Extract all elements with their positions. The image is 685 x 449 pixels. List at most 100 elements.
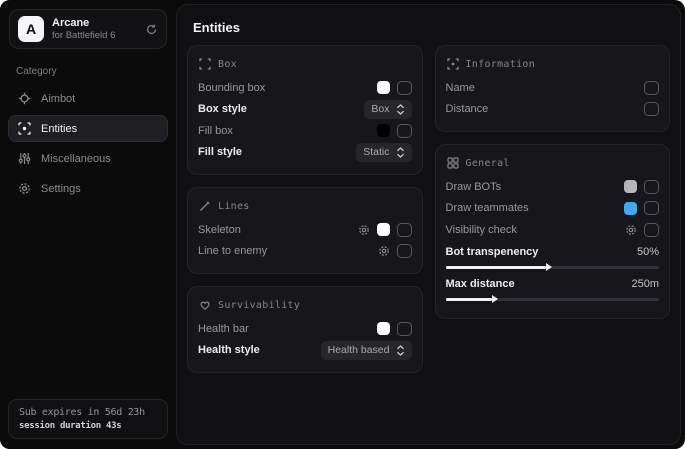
crosshair-icon <box>18 92 31 105</box>
color-swatch[interactable] <box>624 202 637 215</box>
app-window: A Arcane for Battlefield 6 Category Aimb… <box>0 0 685 449</box>
subscription-box: Sub expires in 56d 23h session duration … <box>8 399 168 439</box>
color-swatch[interactable] <box>377 223 390 236</box>
setting-label: Health bar <box>198 323 249 335</box>
setting-row-line-to-enemy: Line to enemy <box>198 241 412 263</box>
grid-icon <box>447 157 459 169</box>
chevrons-up-down-icon <box>396 104 405 115</box>
entities-scan-icon <box>18 122 31 135</box>
setting-row-skeleton: Skeleton <box>198 219 412 241</box>
color-swatch[interactable] <box>377 124 390 137</box>
sidebar-item-settings[interactable]: Settings <box>8 175 168 202</box>
slider-value: 50% <box>637 246 659 258</box>
card-title: General <box>466 158 510 169</box>
sub-expires-text: Sub expires in 56d 23h <box>19 407 157 418</box>
chevrons-up-down-icon <box>396 345 405 356</box>
gear-icon <box>18 182 31 195</box>
setting-label: Bounding box <box>198 82 265 94</box>
setting-label: Health style <box>198 344 260 356</box>
category-label: Category <box>16 66 176 77</box>
refresh-icon[interactable] <box>145 23 158 36</box>
gear-icon[interactable] <box>625 224 637 236</box>
bot-transparency-slider[interactable] <box>446 266 660 269</box>
fill-box-checkbox[interactable] <box>397 124 412 138</box>
visibility-check-checkbox[interactable] <box>644 223 659 237</box>
sidebar-item-label: Settings <box>41 183 81 195</box>
app-logo: A <box>18 16 44 42</box>
card-title: Information <box>466 59 536 70</box>
app-name: Arcane <box>52 17 137 30</box>
setting-label: Line to enemy <box>198 245 267 257</box>
setting-row-draw-bots: Draw BOTs <box>446 176 660 198</box>
setting-row-draw-teammates: Draw teammates <box>446 198 660 220</box>
setting-row-fill-box: Fill box <box>198 120 412 142</box>
setting-row-name: Name <box>446 77 660 99</box>
setting-label: Draw BOTs <box>446 181 502 193</box>
card-box: Box Bounding box Box style Box <box>187 45 423 175</box>
setting-row-distance: Distance <box>446 99 660 121</box>
name-checkbox[interactable] <box>644 81 659 95</box>
dropdown-value: Health based <box>328 344 390 356</box>
dropdown-value: Static <box>363 146 389 158</box>
setting-row-bounding-box: Bounding box <box>198 77 412 99</box>
bounding-box-checkbox[interactable] <box>397 81 412 95</box>
setting-label: Draw teammates <box>446 202 529 214</box>
sidebar-item-entities[interactable]: Entities <box>8 115 168 142</box>
card-title: Survivability <box>218 300 300 311</box>
card-title: Lines <box>218 201 250 212</box>
line-to-enemy-checkbox[interactable] <box>397 244 412 258</box>
setting-label: Fill style <box>198 146 242 158</box>
card-title: Box <box>218 59 237 70</box>
box-style-dropdown[interactable]: Box <box>364 100 411 119</box>
gear-icon[interactable] <box>358 224 370 236</box>
box-corners-icon <box>199 58 211 70</box>
session-duration-text: session duration 43s <box>19 421 157 431</box>
sidebar-item-aimbot[interactable]: Aimbot <box>8 85 168 112</box>
health-bar-checkbox[interactable] <box>397 322 412 336</box>
sidebar-item-label: Aimbot <box>41 93 75 105</box>
max-distance-slider[interactable] <box>446 298 660 301</box>
color-swatch[interactable] <box>377 322 390 335</box>
sidebar-item-miscellaneous[interactable]: Miscellaneous <box>8 145 168 172</box>
app-header: A Arcane for Battlefield 6 <box>9 9 167 49</box>
card-survivability: Survivability Health bar Health style He… <box>187 286 423 373</box>
page-title: Entities <box>193 20 680 35</box>
setting-label: Box style <box>198 103 247 115</box>
dropdown-value: Box <box>371 103 389 115</box>
draw-teammates-checkbox[interactable] <box>644 201 659 215</box>
setting-row-bot-transparency: Bot transpenency 50% <box>446 243 660 269</box>
main-panel: Entities Box Bounding box <box>176 4 681 445</box>
color-swatch[interactable] <box>624 180 637 193</box>
setting-row-fill-style: Fill style Static <box>198 142 412 164</box>
setting-label: Bot transpenency <box>446 246 539 258</box>
setting-label: Distance <box>446 103 489 115</box>
skeleton-checkbox[interactable] <box>397 223 412 237</box>
card-general: General Draw BOTs Draw teammates <box>435 144 671 319</box>
health-style-dropdown[interactable]: Health based <box>321 341 412 360</box>
setting-row-health-bar: Health bar <box>198 318 412 340</box>
draw-bots-checkbox[interactable] <box>644 180 659 194</box>
gear-icon[interactable] <box>378 245 390 257</box>
distance-checkbox[interactable] <box>644 102 659 116</box>
sidebar-item-label: Entities <box>41 123 77 135</box>
slider-value: 250m <box>631 278 659 290</box>
sidebar: A Arcane for Battlefield 6 Category Aimb… <box>0 0 176 449</box>
sidebar-item-label: Miscellaneous <box>41 153 111 165</box>
slider-thumb[interactable] <box>546 263 552 271</box>
slider-thumb[interactable] <box>492 295 498 303</box>
color-swatch[interactable] <box>377 81 390 94</box>
heart-icon <box>199 299 211 311</box>
setting-row-max-distance: Max distance 250m <box>446 275 660 301</box>
setting-label: Max distance <box>446 278 515 290</box>
app-subtitle: for Battlefield 6 <box>52 30 137 42</box>
chevrons-up-down-icon <box>396 147 405 158</box>
fill-style-dropdown[interactable]: Static <box>356 143 411 162</box>
setting-row-visibility-check: Visibility check <box>446 219 660 241</box>
setting-label: Visibility check <box>446 224 517 236</box>
setting-row-health-style: Health style Health based <box>198 340 412 362</box>
setting-row-box-style: Box style Box <box>198 99 412 121</box>
pencil-icon <box>199 200 211 212</box>
card-lines: Lines Skeleton Line to enemy <box>187 187 423 274</box>
setting-label: Name <box>446 82 475 94</box>
setting-label: Fill box <box>198 125 233 137</box>
